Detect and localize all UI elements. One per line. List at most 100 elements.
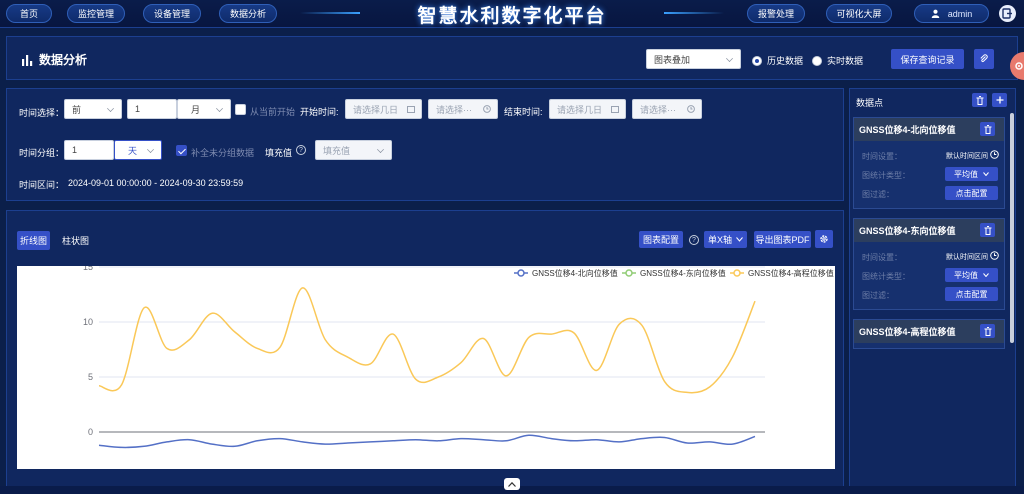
card-row-label: 图过滤： bbox=[862, 291, 894, 300]
legend-label[interactable]: GNSS位移4-北向位移值 bbox=[532, 268, 618, 278]
chart-config-button[interactable]: 图表配置 bbox=[639, 231, 683, 248]
chevron-down-icon bbox=[736, 237, 743, 242]
unit-select[interactable]: 月 bbox=[177, 99, 231, 119]
start-date-placeholder: 请选择几日 bbox=[353, 104, 399, 115]
tab-line-chart[interactable]: 折线图 bbox=[17, 231, 50, 250]
card-header: GNSS位移4-北向位移值 bbox=[854, 118, 1004, 141]
start-date-input[interactable]: 请选择几日 bbox=[345, 99, 422, 119]
trash-icon bbox=[984, 225, 991, 235]
nav-alarms[interactable]: 报警处理 bbox=[747, 4, 805, 23]
filter-panel: 时间选择： 前 1 月 从当前开始 开始时间: 请选择几日 请选择··· 结束时… bbox=[6, 88, 844, 201]
stat-type-select[interactable]: 平均值 bbox=[945, 167, 998, 181]
nav-data-analysis[interactable]: 数据分析 bbox=[219, 4, 277, 23]
help-icon[interactable]: ? bbox=[689, 235, 699, 245]
fill-value-placeholder: 填充值 bbox=[323, 145, 351, 156]
card-row-value: 默认时间区间 bbox=[946, 153, 988, 160]
group-label: 时间分组： bbox=[19, 148, 65, 158]
y-tick-label: 5 bbox=[88, 372, 93, 382]
chevron-down-icon bbox=[377, 146, 384, 153]
interval-text: 时间区间： 2024-09-01 00:00:00 - 2024-09-30 2… bbox=[19, 178, 243, 191]
start-time-input[interactable]: 请选择··· bbox=[428, 99, 498, 119]
radio-dot bbox=[812, 55, 822, 66]
chart-mode-select[interactable]: 图表叠加 bbox=[646, 49, 741, 69]
plus-icon bbox=[996, 96, 1003, 104]
add-datapoint-button[interactable] bbox=[992, 93, 1007, 107]
help-icon[interactable]: ? bbox=[296, 145, 306, 155]
end-date-placeholder: 请选择几日 bbox=[557, 104, 603, 115]
group-unit-value: 天 bbox=[128, 145, 138, 156]
interval-value: 2024-09-01 00:00:00 - 2024-09-30 23:59:5… bbox=[68, 178, 244, 188]
from-now-checkbox[interactable] bbox=[235, 104, 246, 115]
save-query-button[interactable]: 保存查询记录 bbox=[891, 49, 964, 69]
chart-settings-button[interactable] bbox=[815, 230, 833, 248]
chart-mode-value: 图表叠加 bbox=[654, 54, 691, 65]
card-row: 图统计类型： 平均值 bbox=[854, 164, 1004, 183]
logout-button[interactable] bbox=[999, 5, 1016, 22]
page-title-text: 数据分析 bbox=[39, 53, 88, 67]
collapse-toggle[interactable] bbox=[504, 478, 520, 490]
relative-select[interactable]: 前 bbox=[64, 99, 122, 119]
y-tick-label: 0 bbox=[88, 427, 93, 437]
clock-icon[interactable] bbox=[990, 251, 999, 260]
stat-type-select[interactable]: 平均值 bbox=[945, 268, 998, 282]
username: admin bbox=[947, 8, 973, 19]
time-select-label: 时间选择： bbox=[19, 108, 65, 118]
stat-type-value: 平均值 bbox=[954, 169, 978, 179]
tab-bar-chart[interactable]: 柱状图 bbox=[59, 231, 92, 250]
delete-card-button[interactable] bbox=[980, 324, 995, 338]
legend-label[interactable]: GNSS位移4-高程位移值 bbox=[748, 268, 834, 278]
nav-monitoring[interactable]: 监控管理 bbox=[67, 4, 125, 23]
group-value-input[interactable]: 1 bbox=[64, 140, 114, 160]
group-unit-select[interactable]: 天 bbox=[114, 140, 162, 160]
card-title: GNSS位移4-东向位移值 bbox=[859, 226, 956, 236]
radio-label: 实时数据 bbox=[827, 56, 864, 66]
calendar-icon bbox=[407, 106, 415, 113]
chevron-down-icon bbox=[216, 105, 223, 112]
card-row: 图过滤： 点击配置 bbox=[854, 183, 1004, 202]
card-row: 图过滤： 点击配置 bbox=[854, 284, 1004, 303]
card-title: GNSS位移4-北向位移值 bbox=[859, 125, 956, 135]
export-pdf-button[interactable]: 导出图表PDF bbox=[754, 231, 811, 248]
chart-panel: 折线图 柱状图 图表配置 ? 单X轴 导出图表PDF 0 5 10 15 GNSS位移4… bbox=[6, 210, 844, 494]
delete-all-button[interactable] bbox=[972, 93, 987, 107]
end-time-placeholder: 请选择··· bbox=[640, 104, 676, 115]
amount-input[interactable]: 1 bbox=[127, 99, 177, 119]
series-line-0[interactable] bbox=[98, 434, 756, 449]
radio-realtime[interactable]: 实时数据 bbox=[812, 54, 863, 67]
filter-config-button[interactable]: 点击配置 bbox=[945, 287, 998, 301]
top-nav: 首页 监控管理 设备管理 数据分析 智慧水利数字化平台 报警处理 可视化大屏 a… bbox=[0, 0, 1024, 28]
end-date-input[interactable]: 请选择几日 bbox=[549, 99, 626, 119]
fill-value-select[interactable]: 填充值 bbox=[315, 140, 392, 160]
radio-label: 历史数据 bbox=[767, 56, 804, 66]
nav-dashboard[interactable]: 可视化大屏 bbox=[826, 4, 892, 23]
delete-card-button[interactable] bbox=[980, 122, 995, 136]
card-row-label: 时间设置： bbox=[862, 253, 902, 262]
start-time-placeholder: 请选择··· bbox=[436, 104, 472, 115]
legend-label[interactable]: GNSS位移4-东向位移值 bbox=[640, 268, 726, 278]
end-time-input[interactable]: 请选择··· bbox=[632, 99, 702, 119]
radio-history[interactable]: 历史数据 bbox=[752, 54, 803, 67]
fill-missing-checkbox[interactable] bbox=[176, 145, 187, 156]
stat-type-value: 平均值 bbox=[954, 270, 978, 280]
delete-card-button[interactable] bbox=[980, 223, 995, 237]
datapoint-card: GNSS位移4-北向位移值 时间设置： 默认时间区间 图统计类型： 平均值 图过… bbox=[853, 117, 1005, 209]
chevron-down-icon bbox=[107, 105, 114, 112]
clock-icon[interactable] bbox=[990, 150, 999, 159]
chevron-down-icon bbox=[147, 146, 154, 153]
user-icon bbox=[931, 9, 940, 18]
card-row-label: 图过滤： bbox=[862, 190, 894, 199]
fill-missing-label: 补全未分组数据 bbox=[191, 148, 255, 158]
nav-devices[interactable]: 设备管理 bbox=[143, 4, 201, 23]
line-chart: 0 5 10 15 GNSS位移4-北向位移值 GNSS位移4-东向位移值 GNSS位移4-… bbox=[83, 262, 834, 449]
axis-mode-select[interactable]: 单X轴 bbox=[704, 231, 747, 248]
card-row-label: 时间设置： bbox=[862, 152, 902, 161]
nav-home[interactable]: 首页 bbox=[6, 4, 52, 23]
card-row-label: 图统计类型： bbox=[862, 171, 910, 180]
filter-config-button[interactable]: 点击配置 bbox=[945, 186, 998, 200]
card-row: 图统计类型： 平均值 bbox=[854, 265, 1004, 284]
user-menu[interactable]: admin bbox=[914, 4, 989, 23]
attach-button[interactable] bbox=[974, 49, 994, 69]
scrollbar[interactable] bbox=[1010, 113, 1014, 343]
bar-chart-icon bbox=[22, 54, 33, 66]
fill-value-label: 填充值 bbox=[265, 148, 293, 158]
